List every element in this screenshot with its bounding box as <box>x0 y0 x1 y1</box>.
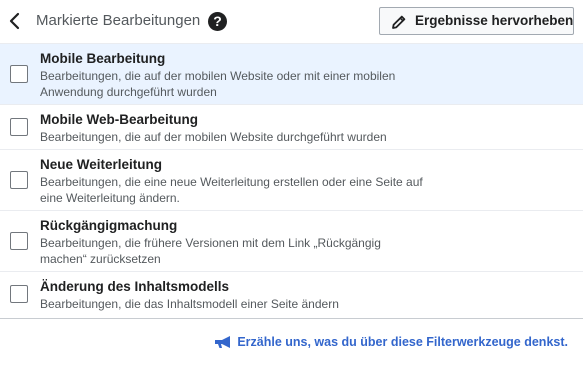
help-icon[interactable]: ? <box>208 12 227 31</box>
filter-item-undo[interactable]: Rückgängigmachung Bearbeitungen, die frü… <box>0 211 583 272</box>
filter-title: Änderung des Inhaltsmodells <box>40 279 230 294</box>
filter-checkbox-mobile-web-edit[interactable] <box>10 118 28 136</box>
filter-description: Bearbeitungen, die frühere Versionen mit… <box>40 236 381 266</box>
feedback-link-label: Erzähle uns, was du über diese Filterwer… <box>237 335 568 349</box>
filter-description: Bearbeitungen, die das Inhaltsmodell ein… <box>40 297 339 311</box>
filter-checkbox-new-redirect[interactable] <box>10 171 28 189</box>
filter-title: Mobile Web-Bearbeitung <box>40 112 199 127</box>
megaphone-icon <box>214 335 232 349</box>
filter-checkbox-undo[interactable] <box>10 232 28 250</box>
filter-description: Bearbeitungen, die eine neue Weiterleitu… <box>40 175 423 205</box>
filter-title: Neue Weiterleitung <box>40 157 163 172</box>
highlight-results-button[interactable]: Ergebnisse hervorheben <box>379 7 574 35</box>
filter-description: Bearbeitungen, die auf der mobilen Websi… <box>40 130 387 144</box>
filter-title: Mobile Bearbeitung <box>40 51 166 66</box>
highlight-results-label: Ergebnisse hervorheben <box>415 13 574 28</box>
feedback-link[interactable]: Erzähle uns, was du über diese Filterwer… <box>214 335 568 349</box>
filter-item-content-model-change[interactable]: Änderung des Inhaltsmodells Bearbeitunge… <box>0 272 583 318</box>
filter-checkbox-mobile-edit[interactable] <box>10 65 28 83</box>
filter-item-new-redirect[interactable]: Neue Weiterleitung Bearbeitungen, die ei… <box>0 150 583 211</box>
filter-item-mobile-edit[interactable]: Mobile Bearbeitung Bearbeitungen, die au… <box>0 44 583 105</box>
pencil-icon <box>391 14 407 30</box>
filter-title: Rückgängigmachung <box>40 218 178 233</box>
popup-header: Markierte Bearbeitungen ? Ergebnisse her… <box>0 0 583 44</box>
filter-description: Bearbeitungen, die auf der mobilen Websi… <box>40 69 396 99</box>
popup-footer: Erzähle uns, was du über diese Filterwer… <box>0 318 583 369</box>
back-arrow-icon[interactable] <box>8 11 22 31</box>
filter-item-mobile-web-edit[interactable]: Mobile Web-Bearbeitung Bearbeitungen, di… <box>0 105 583 150</box>
filter-checkbox-content-model-change[interactable] <box>10 285 28 303</box>
popup-title: Markierte Bearbeitungen <box>36 12 201 29</box>
